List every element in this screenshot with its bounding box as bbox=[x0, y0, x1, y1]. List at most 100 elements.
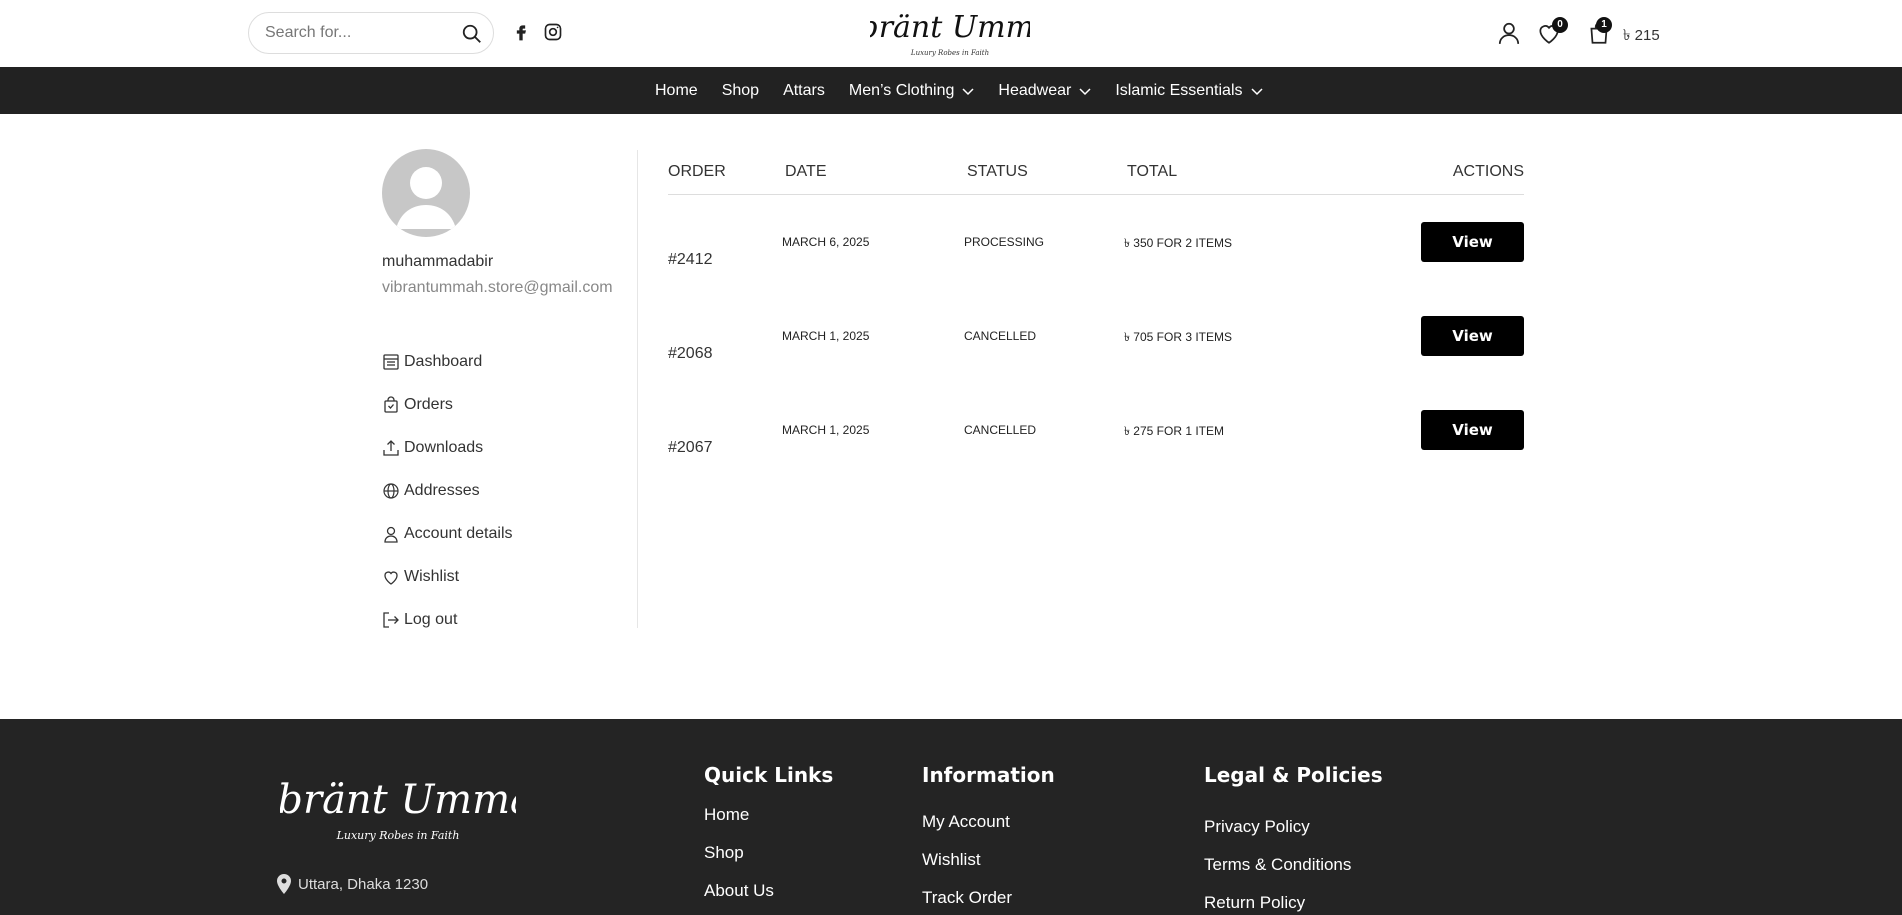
avatar bbox=[382, 149, 470, 237]
main-nav: Home Shop Attars Men’s Clothing Headwear… bbox=[0, 67, 1902, 114]
account-menu-label: Log out bbox=[404, 610, 458, 628]
globe-icon bbox=[383, 482, 399, 499]
order-total: ৳ 275 for 1 item bbox=[1124, 424, 1225, 438]
nav-item-mens-clothing[interactable]: Men’s Clothing bbox=[849, 82, 975, 100]
account-icon[interactable] bbox=[1496, 20, 1522, 46]
site-footer: Vibränt Ummäh Luxury Robes in Faith Utta… bbox=[0, 719, 1902, 915]
nav-item-home[interactable]: Home bbox=[655, 82, 698, 100]
svg-text:Vibränt Ummäh: Vibränt Ummäh bbox=[870, 10, 1030, 45]
nav-item-label: Shop bbox=[721, 81, 760, 99]
search-icon[interactable] bbox=[461, 23, 483, 45]
cart-total[interactable]: ৳ 215 bbox=[1623, 24, 1660, 49]
search-box bbox=[248, 12, 494, 54]
site-logo[interactable]: Vibränt Ummäh Luxury Robes in Faith bbox=[829, 4, 1071, 60]
facebook-icon[interactable] bbox=[511, 22, 531, 42]
column-header-order: ORDER bbox=[668, 163, 726, 180]
account-menu-dashboard[interactable]: Dashboard bbox=[382, 340, 513, 383]
instagram-icon[interactable] bbox=[543, 22, 563, 42]
footer-link[interactable]: Track Order bbox=[922, 888, 1055, 915]
nav-item-islamic-essentials[interactable]: Islamic Essentials bbox=[1115, 81, 1263, 100]
account-menu-label: Account details bbox=[404, 524, 513, 542]
footer-link[interactable]: About Us bbox=[704, 881, 833, 915]
order-number[interactable]: #2067 bbox=[668, 439, 713, 457]
account-menu-account-details[interactable]: Account details bbox=[382, 512, 513, 555]
nav-item-label: Islamic Essentials bbox=[1115, 81, 1243, 99]
order-status: Processing bbox=[964, 235, 1045, 249]
account-username: muhammadabir bbox=[382, 253, 494, 270]
account-menu-label: Downloads bbox=[404, 438, 484, 456]
footer-logo[interactable]: Vibränt Ummäh Luxury Robes in Faith bbox=[236, 767, 559, 847]
nav-item-label: Home bbox=[655, 81, 698, 99]
svg-text:Luxury Robes in Faith: Luxury Robes in Faith bbox=[336, 829, 460, 842]
search-input[interactable] bbox=[265, 22, 455, 44]
account-menu-logout[interactable]: Log out bbox=[382, 598, 513, 641]
view-order-button[interactable]: View bbox=[1421, 222, 1524, 262]
chevron-down-icon bbox=[962, 87, 974, 95]
footer-link[interactable]: Terms & Conditions bbox=[1204, 855, 1383, 893]
column-header-date: DATE bbox=[785, 163, 827, 180]
nav-item-headwear[interactable]: Headwear bbox=[998, 82, 1091, 100]
footer-link[interactable]: Home bbox=[704, 805, 833, 843]
footer-address-text: Uttara, Dhaka 1230 bbox=[298, 875, 429, 893]
table-row: #2068 March 1, 2025 Cancelled ৳ 705 for … bbox=[668, 316, 1524, 381]
footer-link[interactable]: Return Policy bbox=[1204, 893, 1383, 915]
table-row: #2067 March 1, 2025 Cancelled ৳ 275 for … bbox=[668, 410, 1524, 475]
footer-link[interactable]: Privacy Policy bbox=[1204, 817, 1383, 855]
footer-information: Information My Account Wishlist Track Or… bbox=[922, 763, 1055, 915]
dashboard-icon bbox=[383, 353, 399, 370]
account-email: vibrantummah.store@gmail.com bbox=[382, 279, 613, 296]
order-number[interactable]: #2412 bbox=[668, 251, 713, 269]
cart-count-badge: 1 bbox=[1596, 17, 1612, 33]
footer-heading: Information bbox=[922, 763, 1055, 787]
footer-link[interactable]: Shop bbox=[704, 843, 833, 881]
view-order-button[interactable]: View bbox=[1421, 316, 1524, 356]
account-menu: Dashboard Orders Downloads Addresses Acc… bbox=[382, 340, 513, 641]
order-total: ৳ 350 for 2 items bbox=[1124, 236, 1233, 250]
nav-item-label: Men’s Clothing bbox=[848, 81, 955, 99]
account-menu-wishlist[interactable]: Wishlist bbox=[382, 555, 513, 598]
table-row: #2412 March 6, 2025 Processing ৳ 350 for… bbox=[668, 222, 1524, 287]
order-date: March 1, 2025 bbox=[782, 329, 870, 343]
heart-icon bbox=[384, 570, 398, 585]
wishlist-link[interactable]: 0 bbox=[1536, 17, 1568, 46]
footer-quick-links: Quick Links Home Shop About Us bbox=[704, 763, 833, 915]
account-menu-label: Wishlist bbox=[404, 567, 460, 585]
chevron-down-icon bbox=[1250, 87, 1263, 95]
footer-heading: Quick Links bbox=[704, 763, 834, 787]
svg-text:Luxury Robes in Faith: Luxury Robes in Faith bbox=[910, 49, 989, 57]
account-menu-label: Addresses bbox=[404, 481, 480, 499]
footer-link[interactable]: Wishlist bbox=[922, 850, 1055, 888]
account-menu-orders[interactable]: Orders bbox=[382, 383, 513, 426]
top-header: Vibränt Ummäh Luxury Robes in Faith 0 1 … bbox=[0, 0, 1902, 67]
wishlist-count-badge: 0 bbox=[1552, 17, 1568, 33]
footer-link[interactable]: My Account bbox=[922, 812, 1055, 850]
column-header-total: TOTAL bbox=[1127, 163, 1178, 180]
default-avatar-icon bbox=[396, 167, 456, 229]
nav-item-shop[interactable]: Shop bbox=[722, 82, 759, 100]
order-status: Cancelled bbox=[964, 329, 1037, 343]
column-header-status: STATUS bbox=[967, 163, 1028, 180]
order-total: ৳ 705 for 3 items bbox=[1124, 330, 1233, 344]
logout-icon bbox=[383, 611, 399, 628]
account-menu-downloads[interactable]: Downloads bbox=[382, 426, 513, 469]
cart-link[interactable]: 1 bbox=[1586, 17, 1612, 46]
chevron-down-icon bbox=[1079, 87, 1091, 95]
order-number[interactable]: #2068 bbox=[668, 345, 713, 363]
user-icon bbox=[384, 526, 398, 543]
column-header-actions: ACTIONS bbox=[1452, 163, 1524, 180]
bag-icon bbox=[384, 395, 398, 413]
nav-item-attars[interactable]: Attars bbox=[783, 82, 825, 100]
view-order-button[interactable]: View bbox=[1421, 410, 1524, 450]
order-date: March 6, 2025 bbox=[782, 235, 870, 249]
account-menu-addresses[interactable]: Addresses bbox=[382, 469, 513, 512]
nav-item-label: Headwear bbox=[998, 81, 1072, 99]
svg-text:Vibränt Ummäh: Vibränt Ummäh bbox=[280, 777, 516, 823]
account-menu-label: Dashboard bbox=[404, 352, 483, 370]
nav-item-label: Attars bbox=[783, 81, 825, 99]
orders-table-header: ORDER DATE STATUS TOTAL ACTIONS bbox=[668, 163, 1524, 195]
sidebar-divider bbox=[637, 150, 638, 628]
order-status: Cancelled bbox=[964, 423, 1037, 437]
footer-legal: Legal & Policies Privacy Policy Terms & … bbox=[1204, 763, 1383, 915]
upload-icon bbox=[383, 439, 399, 456]
footer-address: Uttara, Dhaka 1230 bbox=[276, 874, 428, 894]
